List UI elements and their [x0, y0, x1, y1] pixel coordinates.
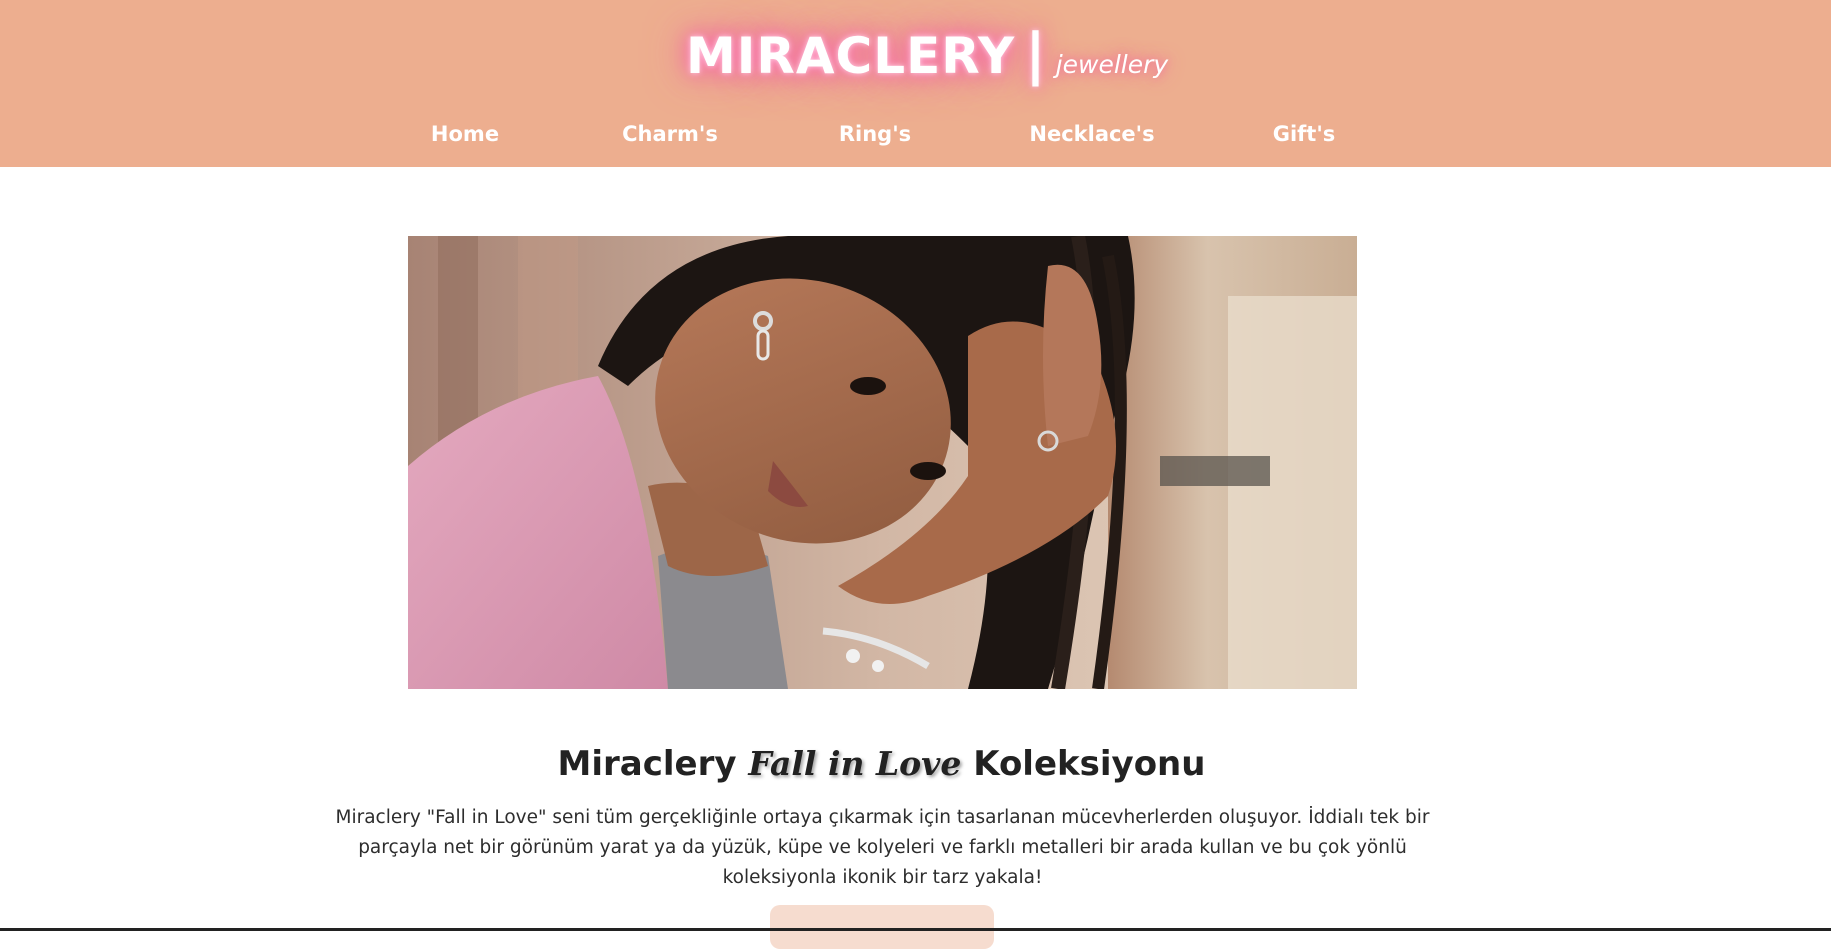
collection-title-suffix: Koleksiyonu	[973, 744, 1206, 784]
brand-tagline: jewellery	[1055, 50, 1169, 79]
nav-link-rings[interactable]: Ring's	[839, 122, 911, 146]
collection-description: Miraclery "Fall in Love" seni tüm gerçek…	[335, 807, 1430, 888]
nav-link-gifts[interactable]: Gift's	[1273, 122, 1336, 146]
collection-cta-button[interactable]	[770, 905, 994, 949]
brand-separator: |	[1025, 22, 1046, 87]
collection-title: Miraclery Fall in Love Koleksiyonu	[0, 744, 1763, 784]
nav-link-home[interactable]: Home	[431, 122, 499, 146]
hero-image	[408, 236, 1357, 689]
nav-link-necklaces[interactable]: Necklace's	[1029, 122, 1154, 146]
brand-name: MIRACLERY	[686, 27, 1016, 85]
site-header: MIRACLERY | jewellery Home Charm's Ring'…	[0, 0, 1831, 167]
nav-link-charms[interactable]: Charm's	[622, 122, 718, 146]
collection-title-prefix: Miraclery	[557, 744, 737, 784]
main-nav: Home Charm's Ring's Necklace's Gift's	[0, 122, 1831, 152]
hero-photo-illustration	[408, 236, 1357, 689]
brand-logo[interactable]: MIRACLERY | jewellery	[686, 22, 1168, 87]
collection-title-italic: Fall in Love	[748, 744, 962, 783]
